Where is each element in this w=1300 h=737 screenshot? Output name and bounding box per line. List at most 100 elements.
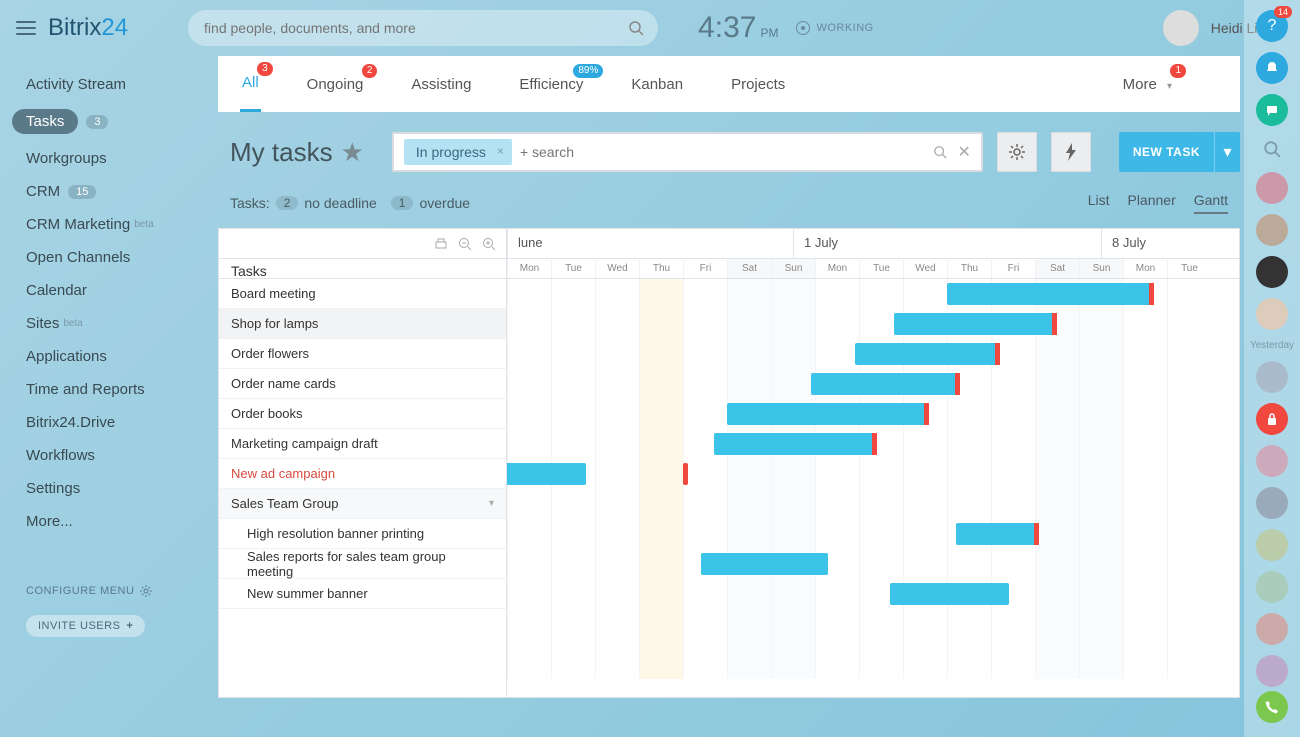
no-deadline-count[interactable]: 2 [276,196,299,210]
gantt-task-row[interactable]: Marketing campaign draft [219,429,506,459]
tab-more-label: More [1123,76,1157,93]
sidebar-item[interactable]: Workgroups [0,142,218,175]
contact-avatar[interactable] [1256,529,1288,561]
day-cell: Tue [859,259,903,278]
sidebar-item[interactable]: Applications [0,340,218,373]
view-planner[interactable]: Planner [1127,192,1175,214]
contact-avatar[interactable] [1256,298,1288,330]
gantt-task-row[interactable]: Shop for lamps [219,309,506,339]
tab[interactable]: Assisting [409,58,473,111]
tab-label: Efficiency [519,76,583,93]
tab[interactable]: Projects [729,58,787,111]
sidebar-item[interactable]: CRM15 [0,175,218,208]
day-cell: Wed [903,259,947,278]
gantt-bar[interactable] [811,373,961,395]
bar-row [507,279,1239,309]
gantt-timeline[interactable]: lune1 July8 July MonTueWedThuFriSatSunMo… [507,229,1239,697]
tab-more[interactable]: More ▾ 1 [1121,58,1174,111]
star-icon[interactable]: ★ [341,137,364,168]
sidebar-item[interactable]: Sitesbeta [0,307,218,340]
configure-menu[interactable]: CONFIGURE MENU [26,585,152,597]
phone-button[interactable] [1256,691,1288,723]
filter-box[interactable]: In progress × ✕ [392,132,983,172]
beta-label: beta [134,219,153,230]
new-task-button[interactable]: NEW TASK [1119,132,1214,172]
contact-avatar[interactable] [1256,172,1288,204]
gantt-bar[interactable] [507,463,586,485]
badge: 3 [86,115,108,129]
sidebar-item[interactable]: Calendar [0,274,218,307]
overdue-label[interactable]: overdue [419,195,470,211]
gantt-bar[interactable] [894,313,1057,335]
sidebar-item[interactable]: Open Channels [0,241,218,274]
search-icon[interactable] [933,145,947,159]
gantt-bar[interactable] [956,523,1040,545]
new-task-dropdown[interactable]: ▾ [1214,132,1240,172]
gantt-task-row[interactable]: Order name cards [219,369,506,399]
zoom-in-icon[interactable] [482,237,496,251]
gantt-task-row[interactable]: New ad campaign [219,459,506,489]
working-status[interactable]: WORKING [796,21,873,35]
rail-search-icon[interactable] [1263,140,1281,158]
sidebar-item[interactable]: Tasks3 [0,101,218,142]
zoom-out-icon[interactable] [458,237,472,251]
sidebar-item[interactable]: Bitrix24.Drive [0,406,218,439]
tab[interactable]: Ongoing2 [305,58,366,111]
overdue-count[interactable]: 1 [391,196,414,210]
gantt-task-row[interactable]: New summer banner [219,579,506,609]
sidebar-item[interactable]: Time and Reports [0,373,218,406]
view-list[interactable]: List [1088,192,1110,214]
sidebar-item[interactable]: CRM Marketingbeta [0,208,218,241]
contact-avatar[interactable] [1256,256,1288,288]
close-icon[interactable]: × [497,144,504,158]
month-row: lune1 July8 July [507,229,1239,259]
invite-users-button[interactable]: INVITE USERS + [26,615,145,637]
notifications-button[interactable] [1256,52,1288,84]
contact-avatar[interactable] [1256,655,1288,687]
gantt-task-row[interactable]: Sales reports for sales team group meeti… [219,549,506,579]
hamburger-icon[interactable] [16,21,36,35]
gantt-task-row[interactable]: Order flowers [219,339,506,369]
gantt-task-list: Tasks Board meetingShop for lampsOrder f… [219,229,507,697]
no-deadline-label[interactable]: no deadline [304,195,376,211]
contact-avatar[interactable] [1256,613,1288,645]
gantt-bar[interactable] [701,553,829,575]
contact-avatar[interactable] [1256,361,1288,393]
gantt-task-row[interactable]: High resolution banner printing [219,519,506,549]
gantt-bar[interactable] [890,583,1009,605]
gantt-bar[interactable] [855,343,1000,365]
contact-avatar[interactable] [1256,487,1288,519]
global-search-input[interactable] [204,20,618,36]
clear-icon[interactable]: ✕ [957,142,970,162]
page-title: My tasks ★ [230,137,364,168]
print-icon[interactable] [434,237,448,251]
gantt-task-row[interactable]: Sales Team Group [219,489,506,519]
contact-avatar[interactable] [1256,571,1288,603]
view-gantt[interactable]: Gantt [1194,192,1228,214]
search-icon[interactable] [628,20,644,36]
contact-avatar[interactable] [1256,214,1288,246]
global-search[interactable] [188,10,658,46]
beta-label: beta [63,318,82,329]
tab[interactable]: Efficiency89% [517,58,585,111]
gantt-bar[interactable] [714,433,877,455]
lock-button[interactable] [1256,403,1288,435]
filter-input[interactable] [520,144,934,160]
settings-button[interactable] [997,132,1037,172]
gantt-task-row[interactable]: Board meeting [219,279,506,309]
automation-button[interactable] [1051,132,1091,172]
chat-button[interactable] [1256,94,1288,126]
sidebar-item[interactable]: Activity Stream [0,68,218,101]
gantt-bar[interactable] [727,403,929,425]
tab[interactable]: All3 [240,56,261,112]
sidebar-item[interactable]: Settings [0,472,218,505]
gantt-bar[interactable] [947,283,1154,305]
gantt-task-row[interactable]: Order books [219,399,506,429]
filter-pill[interactable]: In progress × [404,139,512,165]
tab[interactable]: Kanban [629,58,685,111]
help-button[interactable]: ?14 [1256,10,1288,42]
sidebar-item[interactable]: More... [0,505,218,538]
sidebar-item[interactable]: Workflows [0,439,218,472]
logo[interactable]: Bitrix24 [48,14,128,42]
contact-avatar[interactable] [1256,445,1288,477]
